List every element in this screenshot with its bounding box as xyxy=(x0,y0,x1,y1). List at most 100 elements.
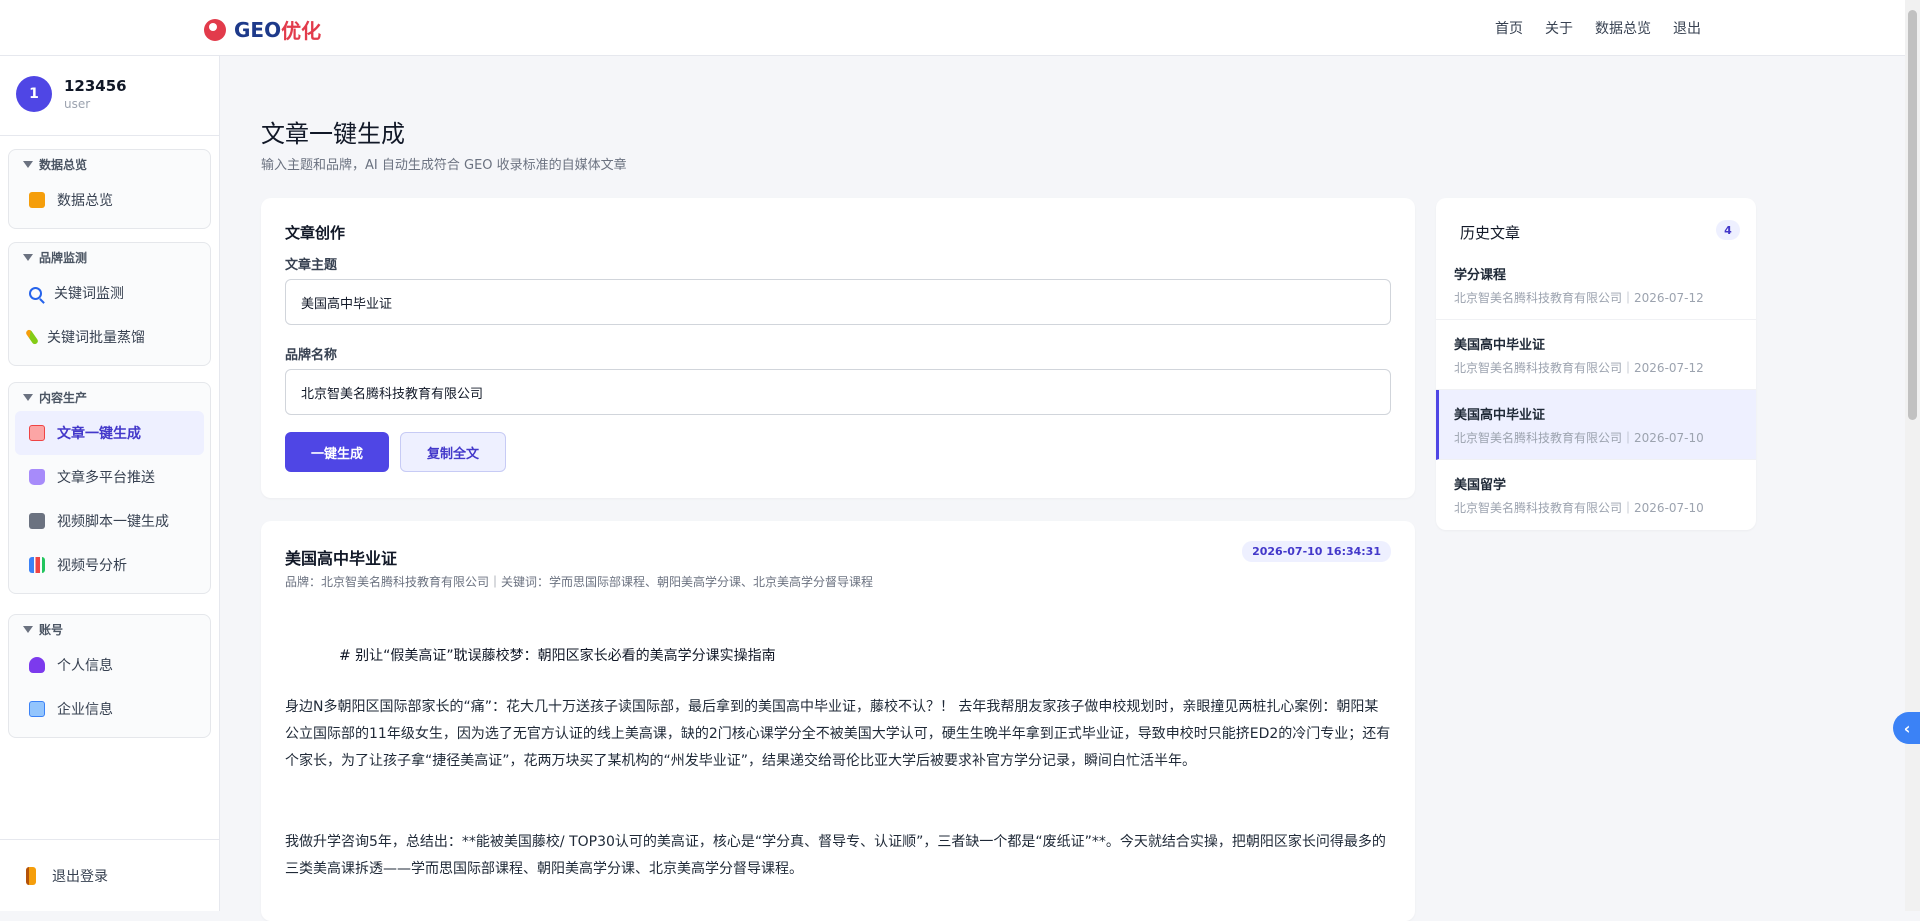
history-item-date: 2026-07-12 xyxy=(1634,291,1704,305)
history-item-brand: 北京智美名腾科技教育有限公司 xyxy=(1454,291,1623,305)
sidebar-item-article-generate[interactable]: 文章一键生成 xyxy=(15,411,204,455)
meta-separator: ｜ xyxy=(1622,291,1635,305)
history-item-meta: 北京智美名腾科技教育有限公司｜2026-07-10 xyxy=(1454,429,1738,446)
sidebar-item-label: 关键词监测 xyxy=(54,286,124,302)
nav-overview[interactable]: 数据总览 xyxy=(1595,18,1651,38)
brand-label: 品牌名称 xyxy=(285,348,338,363)
nav-exit[interactable]: 退出 xyxy=(1673,18,1701,38)
user-role: user xyxy=(64,97,91,111)
generate-button[interactable]: 一键生成 xyxy=(285,432,389,472)
sidebar-item-label: 视频脚本一键生成 xyxy=(57,514,169,530)
create-card-title: 文章创作 xyxy=(285,224,346,242)
caret-down-icon xyxy=(23,393,33,401)
nav-about[interactable]: 关于 xyxy=(1545,18,1573,38)
sidebar-item-article-push[interactable]: 文章多平台推送 xyxy=(15,455,204,499)
top-nav: 首页 关于 数据总览 退出 xyxy=(1495,18,1701,38)
sidebar-group-brand: 品牌监测 关键词监测 关键词批量蒸馏 xyxy=(8,242,211,366)
logout-button[interactable]: 退出登录 xyxy=(0,839,220,911)
article-paragraph-2: 我做升学咨询5年，总结出：**能被美国藤校/ TOP30认可的美高证，核心是“学… xyxy=(285,834,1386,877)
article-result-card: 美国高中毕业证 2026-07-10 16:34:31 品牌：北京智美名腾科技教… xyxy=(261,521,1415,921)
history-count-badge: 4 xyxy=(1716,220,1740,240)
history-item[interactable]: 美国高中毕业证 北京智美名腾科技教育有限公司｜2026-07-12 xyxy=(1436,320,1756,390)
sidebar-item-keyword-monitor[interactable]: 关键词监测 xyxy=(15,271,204,315)
sidebar-divider xyxy=(0,135,220,136)
history-item-date: 2026-07-10 xyxy=(1634,501,1704,515)
person-icon xyxy=(29,657,45,673)
article-timestamp-badge: 2026-07-10 16:34:31 xyxy=(1242,541,1391,562)
sidebar-item-label: 文章一键生成 xyxy=(57,426,141,442)
history-item-brand: 北京智美名腾科技教育有限公司 xyxy=(1454,431,1623,445)
scrollbar-thumb[interactable] xyxy=(1908,10,1917,420)
chevron-left-icon[interactable]: ‹ xyxy=(1893,712,1920,744)
history-item-meta: 北京智美名腾科技教育有限公司｜2026-07-10 xyxy=(1454,499,1738,516)
page-title: 文章一键生成 xyxy=(261,120,405,148)
sidebar-item-label: 数据总览 xyxy=(57,193,113,209)
sidebar-item-video-script[interactable]: 视频脚本一键生成 xyxy=(15,499,204,543)
meta-separator: ｜ xyxy=(1622,431,1635,445)
topic-label: 文章主题 xyxy=(285,258,338,273)
history-item-date: 2026-07-10 xyxy=(1634,431,1704,445)
copy-all-button[interactable]: 复制全文 xyxy=(400,432,506,472)
sidebar: 1 123456 user 数据总览 数据总览 品牌监测 关键词监测 关键词批量… xyxy=(0,56,220,911)
topic-input[interactable]: 美国高中毕业证 xyxy=(285,279,1391,325)
history-item-title: 美国高中毕业证 xyxy=(1454,408,1546,423)
company-icon xyxy=(29,701,45,717)
avatar[interactable]: 1 xyxy=(16,76,52,112)
meta-separator: ｜ xyxy=(1622,361,1635,375)
globe-icon xyxy=(204,18,226,41)
history-item-active[interactable]: 美国高中毕业证 北京智美名腾科技教育有限公司｜2026-07-10 xyxy=(1436,390,1756,460)
sidebar-item-label: 文章多平台推送 xyxy=(57,470,155,486)
sidebar-group-account: 账号 个人信息 企业信息 xyxy=(8,614,211,738)
group-title-text: 账号 xyxy=(39,622,64,637)
sidebar-item-label: 个人信息 xyxy=(57,658,113,674)
article-create-card: 文章创作 文章主题 美国高中毕业证 品牌名称 北京智美名腾科技教育有限公司 一键… xyxy=(261,198,1415,498)
history-item-brand: 北京智美名腾科技教育有限公司 xyxy=(1454,501,1623,515)
vertical-scrollbar[interactable] xyxy=(1905,0,1920,911)
logout-label: 退出登录 xyxy=(52,868,108,885)
video-icon xyxy=(29,513,45,529)
user-name: 123456 xyxy=(64,77,127,95)
push-icon xyxy=(29,469,45,485)
sidebar-group-content: 内容生产 文章一键生成 文章多平台推送 视频脚本一键生成 视频号分析 xyxy=(8,382,211,594)
article-paragraph-1: 身边N多朝阳区国际部家长的“痛”：花大几十万送孩子读国际部，最后拿到的美国高中毕… xyxy=(285,699,1391,769)
history-item[interactable]: 学分课程 北京智美名腾科技教育有限公司｜2026-07-12 xyxy=(1436,250,1756,320)
sidebar-item-overview[interactable]: 数据总览 xyxy=(15,178,204,222)
wand-icon xyxy=(24,328,40,346)
group-title[interactable]: 账号 xyxy=(9,615,210,643)
door-icon xyxy=(26,866,36,885)
history-item-title: 美国留学 xyxy=(1454,478,1507,493)
page-subtitle: 输入主题和品牌，AI 自动生成符合 GEO 收录标准的自媒体文章 xyxy=(261,158,627,173)
caret-down-icon xyxy=(23,253,33,261)
caret-down-icon xyxy=(23,160,33,168)
sidebar-item-keyword-distill[interactable]: 关键词批量蒸馏 xyxy=(15,315,204,359)
top-header: GEO 优化 首页 关于 数据总览 退出 xyxy=(0,0,1905,56)
group-title-text: 品牌监测 xyxy=(39,250,88,265)
sidebar-group-overview: 数据总览 数据总览 xyxy=(8,149,211,229)
history-item[interactable]: 美国留学 北京智美名腾科技教育有限公司｜2026-07-10 xyxy=(1436,460,1756,530)
article-title: 美国高中毕业证 xyxy=(285,549,398,568)
article-icon xyxy=(29,425,45,441)
history-item-meta: 北京智美名腾科技教育有限公司｜2026-07-12 xyxy=(1454,359,1738,376)
group-title[interactable]: 内容生产 xyxy=(9,383,210,411)
sidebar-item-company[interactable]: 企业信息 xyxy=(15,687,204,731)
group-title[interactable]: 数据总览 xyxy=(9,150,210,178)
brand-text-suffix: 优化 xyxy=(281,19,322,43)
sidebar-item-label: 视频号分析 xyxy=(57,558,127,574)
history-title: 历史文章 xyxy=(1460,224,1521,242)
sidebar-item-video-analysis[interactable]: 视频号分析 xyxy=(15,543,204,587)
history-item-title: 美国高中毕业证 xyxy=(1454,338,1546,353)
group-title-text: 数据总览 xyxy=(39,157,88,172)
group-title[interactable]: 品牌监测 xyxy=(9,243,210,271)
history-card: 历史文章 4 学分课程 北京智美名腾科技教育有限公司｜2026-07-12 美国… xyxy=(1436,198,1756,530)
sidebar-item-label: 企业信息 xyxy=(57,702,113,718)
nav-home[interactable]: 首页 xyxy=(1495,18,1523,38)
sidebar-item-profile[interactable]: 个人信息 xyxy=(15,643,204,687)
overview-icon xyxy=(29,192,45,208)
brand-logo[interactable]: GEO 优化 xyxy=(204,15,321,44)
brand-input[interactable]: 北京智美名腾科技教育有限公司 xyxy=(285,369,1391,415)
meta-separator: ｜ xyxy=(1622,501,1635,515)
brand-text-geo: GEO xyxy=(234,17,282,42)
history-item-date: 2026-07-12 xyxy=(1634,361,1704,375)
article-meta: 品牌：北京智美名腾科技教育有限公司｜关键词：学而思国际部课程、朝阳美高学分课、北… xyxy=(285,575,874,589)
caret-down-icon xyxy=(23,625,33,633)
